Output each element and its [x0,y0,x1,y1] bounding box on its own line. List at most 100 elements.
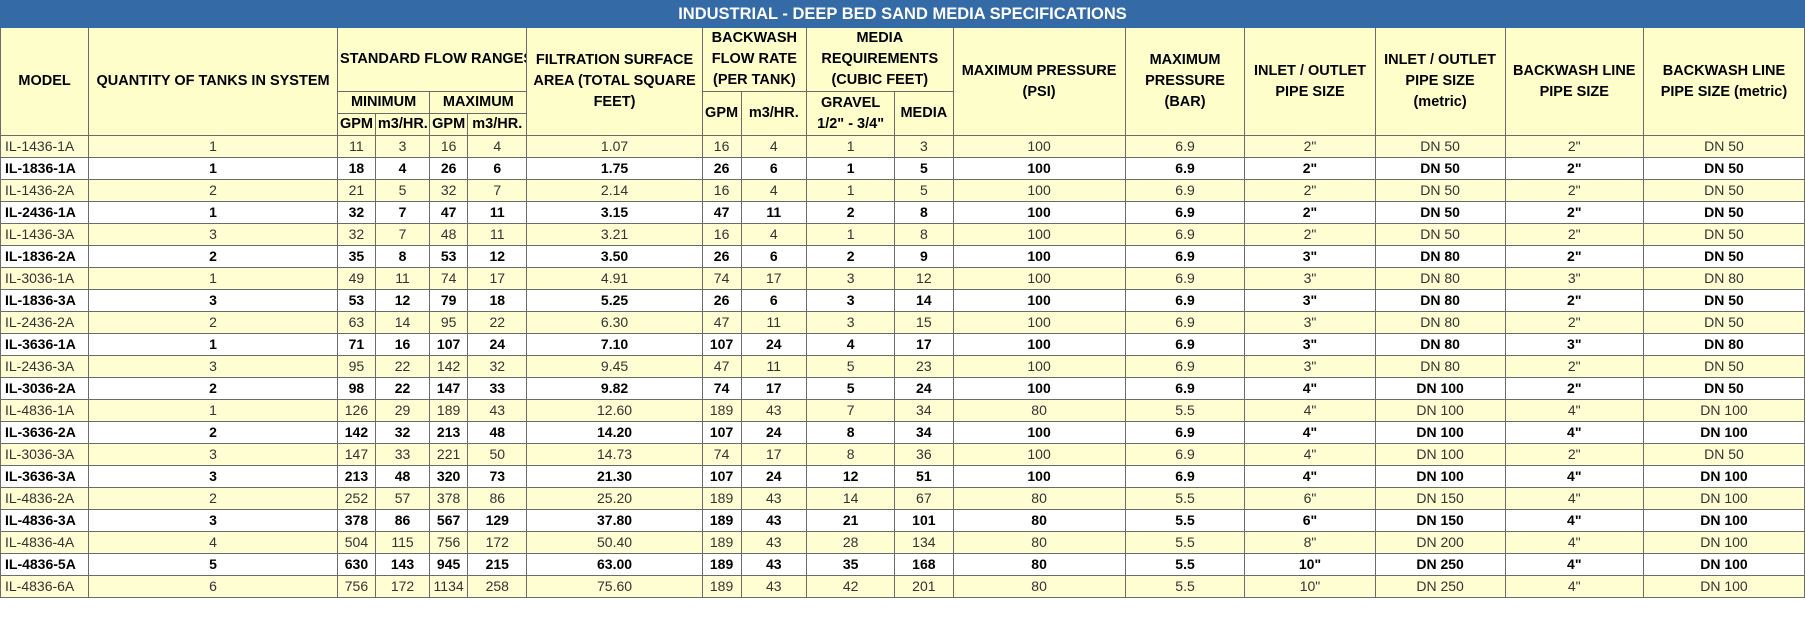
cell-max-psi: 100 [952,179,1126,202]
cell-model: IL-2436-3A [0,355,90,378]
cell-max-gpm: 142 [429,355,469,378]
cell-model: IL-4836-6A [0,575,90,598]
cell-filtration-area: 75.60 [526,575,703,598]
cell-max-gpm: 221 [429,443,469,466]
cell-min-gpm: 142 [336,421,376,444]
cell-backwash-m3hr: 43 [740,487,808,510]
cell-filtration-area: 2.14 [526,179,703,202]
cell-backwash-pipe: 2" [1504,289,1644,312]
cell-pipe-size-metric: DN 50 [1374,201,1506,224]
cell-gravel: 4 [806,333,896,356]
cell-quantity: 1 [88,399,338,422]
table-row: IL-2436-2A 2 63 14 95 22 6.30 47 11 3 15 100 6.9 3" DN… [0,311,1805,334]
cell-filtration-area: 14.20 [526,421,703,444]
cell-gravel: 1 [806,223,896,246]
cell-pipe-size: 2" [1244,223,1376,246]
cell-model: IL-3036-3A [0,443,90,466]
table-row: IL-3036-3A 3 147 33 221 50 14.73 74 17 8 36 100 6.9 4… [0,443,1805,466]
cell-backwash-m3hr: 11 [740,311,808,334]
cell-media: 5 [894,179,954,202]
cell-pipe-size: 3" [1244,289,1376,312]
cell-filtration-area: 3.50 [526,245,703,268]
cell-pipe-size: 3" [1244,245,1376,268]
cell-media: 134 [894,531,954,554]
cell-max-psi: 80 [952,399,1126,422]
cell-max-gpm: 79 [429,289,469,312]
cell-backwash-pipe: 4" [1504,465,1644,488]
table-row: IL-3636-2A 2 142 32 213 48 14.20 107 24 8 34 100 6.9… [0,421,1805,444]
cell-gravel: 8 [806,443,896,466]
header-min-m3hr: m3/HR. [374,113,431,136]
cell-backwash-pipe: 3" [1504,267,1644,290]
cell-backwash-pipe: 4" [1504,399,1644,422]
table-row: IL-2436-3A 3 95 22 142 32 9.45 47 11 5 23 100 6.9 3" D… [0,355,1805,378]
cell-max-psi: 100 [952,267,1126,290]
cell-backwash-pipe-metric: DN 80 [1642,333,1805,356]
cell-filtration-area: 3.21 [526,223,703,246]
cell-media: 24 [894,377,954,400]
cell-max-bar: 5.5 [1124,553,1246,576]
cell-backwash-pipe-metric: DN 50 [1642,179,1805,202]
cell-pipe-size: 2" [1244,157,1376,180]
cell-max-psi: 100 [952,311,1126,334]
cell-max-bar: 6.9 [1124,223,1246,246]
cell-max-gpm: 48 [429,223,469,246]
cell-max-psi: 100 [952,443,1126,466]
cell-min-gpm: 21 [336,179,376,202]
cell-max-gpm: 16 [429,135,469,158]
cell-model: IL-1836-1A [0,157,90,180]
cell-media: 23 [894,355,954,378]
cell-quantity: 1 [88,135,338,158]
cell-max-m3hr: 215 [467,553,528,576]
cell-min-gpm: 95 [336,355,376,378]
cell-backwash-pipe: 4" [1504,487,1644,510]
cell-max-m3hr: 4 [467,135,528,158]
cell-max-m3hr: 86 [467,487,528,510]
cell-max-bar: 5.5 [1124,575,1246,598]
cell-max-psi: 100 [952,223,1126,246]
cell-min-gpm: 32 [336,223,376,246]
cell-model: IL-4836-5A [0,553,90,576]
table-row: IL-1836-3A 3 53 12 79 18 5.25 26 6 3 14 100 6.9 3" DN … [0,289,1805,312]
cell-filtration-area: 3.15 [526,201,703,224]
cell-max-bar: 6.9 [1124,135,1246,158]
cell-filtration-area: 9.45 [526,355,703,378]
cell-max-psi: 100 [952,355,1126,378]
cell-max-gpm: 26 [429,157,469,180]
cell-quantity: 3 [88,355,338,378]
cell-pipe-size: 3" [1244,311,1376,334]
cell-gravel: 28 [806,531,896,554]
table-row: IL-3036-2A 2 98 22 147 33 9.82 74 17 5 24 100 6.9 4" D… [0,377,1805,400]
cell-pipe-size: 4" [1244,399,1376,422]
table-row: IL-4836-3A 3 378 86 567 129 37.80 189 43 21 101 80 5… [0,509,1805,532]
cell-quantity: 2 [88,421,338,444]
cell-min-m3hr: 4 [374,157,431,180]
cell-backwash-pipe-metric: DN 50 [1642,289,1805,312]
cell-max-bar: 6.9 [1124,289,1246,312]
cell-max-psi: 80 [952,509,1126,532]
cell-min-m3hr: 48 [374,465,431,488]
cell-min-m3hr: 14 [374,311,431,334]
cell-gravel: 3 [806,289,896,312]
cell-pipe-size-metric: DN 150 [1374,487,1506,510]
cell-backwash-gpm: 107 [701,421,742,444]
cell-max-m3hr: 6 [467,157,528,180]
cell-media: 3 [894,135,954,158]
cell-max-gpm: 107 [429,333,469,356]
cell-backwash-m3hr: 43 [740,575,808,598]
cell-gravel: 3 [806,311,896,334]
table-row: IL-3636-3A 3 213 48 320 73 21.30 107 24 12 51 100 6.… [0,465,1805,488]
cell-pipe-size-metric: DN 100 [1374,399,1506,422]
header-standard-flow: STANDARD FLOW RANGES [336,27,528,92]
cell-quantity: 3 [88,509,338,532]
header-backwash-pipe-metric: BACKWASH LINE PIPE SIZE (metric) [1642,27,1805,136]
table-title: INDUSTRIAL - DEEP BED SAND MEDIA SPECIFI… [0,0,1805,28]
table-row: IL-4836-6A 6 756 172 1134 258 75.60 189 43 42 201 8… [0,575,1805,598]
cell-quantity: 6 [88,575,338,598]
cell-filtration-area: 14.73 [526,443,703,466]
cell-min-m3hr: 7 [374,223,431,246]
cell-model: IL-4836-4A [0,531,90,554]
cell-quantity: 1 [88,333,338,356]
cell-media: 17 [894,333,954,356]
header-max-pressure-bar: MAXIMUM PRESSURE (BAR) [1124,27,1246,136]
